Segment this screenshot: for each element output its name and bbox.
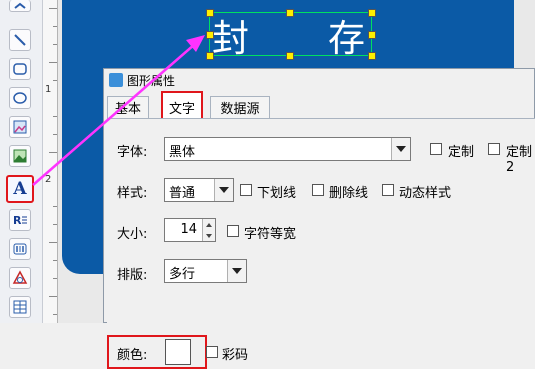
colorful-code-checkbox[interactable] (206, 346, 218, 358)
colorful-code-label: 彩码 (222, 348, 249, 363)
color-swatch[interactable] (165, 339, 191, 365)
color-label: 颜色: (117, 348, 148, 363)
annotation-arrow (32, 35, 205, 186)
